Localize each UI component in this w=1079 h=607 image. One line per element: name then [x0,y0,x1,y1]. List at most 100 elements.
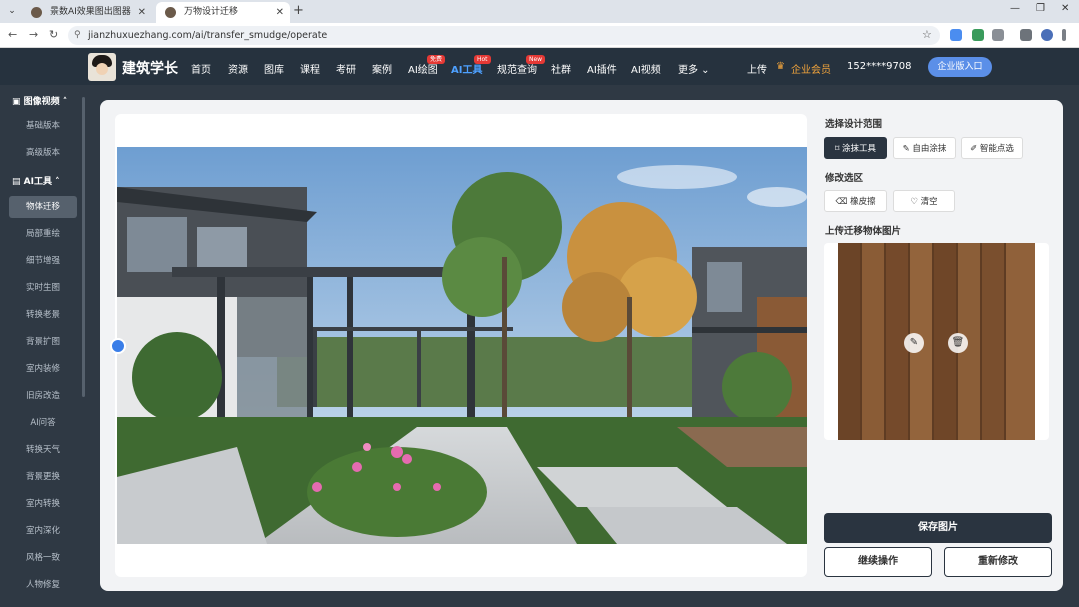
extension-icon[interactable] [950,29,962,41]
nav-courses[interactable]: 课程 [300,61,320,76]
minimize-icon[interactable]: — [1010,3,1020,14]
scene-illustration [117,147,807,544]
nav-cases[interactable]: 案例 [372,61,392,76]
nav-badge-new: New [526,55,546,64]
site-info-icon[interactable]: ⚲ [74,26,81,45]
window-close-icon[interactable]: ✕ [1061,3,1069,14]
clear-label: 清空 [920,197,938,207]
delete-trash-icon[interactable]: 🗑 [948,333,968,353]
sidebar-group-label: AI工具 [23,177,52,187]
sidebar-item-interior-convert[interactable]: 室内转换 [9,493,77,515]
redo-edit-label: 重新修改 [978,556,1018,567]
nav-gallery[interactable]: 图库 [264,61,284,76]
url-input[interactable]: ⚲ jianzhuxuezhang.com/ai/transfer_smudge… [68,26,940,45]
nav-ai-video[interactable]: AI视频 [631,61,661,76]
sidebar-item-style-consistency[interactable]: 风格一致 [9,547,77,569]
site-logo-text[interactable]: 建筑学长 [122,58,178,78]
sidebar-item-detail[interactable]: 细节增强 [9,250,77,272]
nav-more[interactable]: 更多 ⌄ [678,61,710,76]
sidebar-item-inpaint[interactable]: 局部重绘 [9,223,77,245]
nav-home[interactable]: 首页 [191,61,211,76]
sidebar-item-renovation[interactable]: 旧房改造 [9,385,77,407]
reload-icon[interactable]: ↻ [49,28,58,41]
eraser-label: 橡皮擦 [850,197,876,207]
close-icon[interactable]: ✕ [276,2,284,23]
free-smudge-label: 自由涂抹 [912,144,947,154]
nav-community[interactable]: 社群 [551,61,571,76]
continue-operation-button[interactable]: 继续操作 [824,547,932,577]
back-icon[interactable]: ← [8,28,17,41]
browser-tab-2[interactable]: 万物设计迁移 ✕ [156,2,290,23]
edit-image-icon[interactable]: ✎ [904,333,924,353]
sidebar-group-image-video[interactable]: ▣ 图像视频 ˄ [12,94,67,107]
chevron-up-icon: ˄ [51,177,60,187]
save-image-label: 保存图片 [918,522,958,533]
sidebar-item-ai-qa[interactable]: AI问答 [9,412,77,434]
nav-ai-plugin[interactable]: AI插件 [587,61,617,76]
upload-link[interactable]: 上传 [747,61,767,76]
sidebar-item-advanced[interactable]: 高级版本 [9,142,77,164]
sidebar-group-ai-tools[interactable]: ▤ AI工具 ˄ [12,174,60,187]
select-range-title: 选择设计范围 [825,119,883,130]
sidebar-item-interior-deepen[interactable]: 室内深化 [9,520,77,542]
sidebar-item-realtime[interactable]: 实时生图 [9,277,77,299]
tab-search-icon[interactable]: ⌄ [4,4,20,19]
uploaded-object-image[interactable]: ✎ 🗑 [824,243,1049,440]
redo-edit-button[interactable]: 重新修改 [944,547,1052,577]
extension-icon[interactable] [972,29,984,41]
save-image-button[interactable]: 保存图片 [824,513,1052,543]
smudge-tool-button[interactable]: ⌑ 涂抹工具 [824,137,887,159]
enterprise-entry-button[interactable]: 企业版入口 [928,57,992,77]
free-smudge-button[interactable]: ✎ 自由涂抹 [893,137,956,159]
sidebar-item-interior[interactable]: 室内装修 [9,358,77,380]
close-icon[interactable]: ✕ [138,2,146,23]
download-icon[interactable] [1020,29,1032,41]
site-header: 建筑学长 首页 资源 图库 课程 考研 案例 AI绘图 免费 AI工具 Hot … [0,48,1079,85]
bookmark-star-icon[interactable]: ☆ [922,28,932,41]
browser-tabbar: ⌄ 景数AI效果图出图器 ✕ 万物设计迁移 ✕ + — ❐ ✕ [0,0,1079,23]
browser-tab-1[interactable]: 景数AI效果图出图器 ✕ [22,2,152,23]
pointer-icon: ✐ [970,144,980,154]
site-logo-avatar[interactable] [88,53,116,81]
extensions-puzzle-icon[interactable] [992,29,1004,41]
sidebar-item-portrait-repair[interactable]: 人物修复 [9,574,77,596]
sidebar-scrollbar[interactable] [82,97,85,397]
eraser-button[interactable]: ⌫ 橡皮擦 [824,190,887,212]
sidebar: ▣ 图像视频 ˄ 基础版本 高级版本 ▤ AI工具 ˄ 物体迁移 局部重绘 细节… [0,85,85,607]
logo-face [96,63,108,75]
browser-menu-icon[interactable] [1062,29,1066,41]
continue-operation-label: 继续操作 [858,556,898,567]
smart-select-button[interactable]: ✐ 智能点选 [961,137,1023,159]
profile-avatar-icon[interactable] [1041,29,1053,41]
user-phone[interactable]: 152****9708 [847,61,912,72]
sidebar-item-old-scene[interactable]: 转换老景 [9,304,77,326]
new-tab-icon[interactable]: + [293,3,304,18]
smudge-tool-label: 涂抹工具 [842,144,877,154]
maximize-icon[interactable]: ❐ [1036,3,1045,14]
enterprise-vip-link[interactable]: 企业会员 [791,61,831,76]
sidebar-item-basic[interactable]: 基础版本 [9,115,77,137]
sidebar-item-weather[interactable]: 转换天气 [9,439,77,461]
clear-icon: ♡ [910,197,921,207]
forward-icon[interactable]: → [29,28,38,41]
browser-tab-1-label: 景数AI效果图出图器 [50,7,131,17]
nav-badge-hot: Hot [474,55,491,64]
sidebar-item-object-transfer[interactable]: 物体迁移 [9,196,77,218]
pen-icon: ✎ [902,144,913,154]
vip-crown-icon: ♛ [776,61,785,72]
clear-button[interactable]: ♡ 清空 [893,190,955,212]
brush-icon: ⌑ [834,144,843,154]
tab-favicon-icon [165,7,176,18]
eraser-icon: ⌫ [835,197,851,207]
architecture-scene-image[interactable] [117,147,807,544]
nav-postgrad[interactable]: 考研 [336,61,356,76]
address-bar: ← → ↻ ⚲ jianzhuxuezhang.com/ai/transfer_… [0,23,1079,48]
sidebar-item-outpaint[interactable]: 背景扩图 [9,331,77,353]
compare-slider-handle[interactable] [110,338,126,354]
smart-select-label: 智能点选 [979,144,1014,154]
sidebar-item-background[interactable]: 背景更换 [9,466,77,488]
wood-texture-image [838,243,1035,440]
browser-tab-2-label: 万物设计迁移 [184,7,239,17]
url-text: jianzhuxuezhang.com/ai/transfer_smudge/o… [88,30,328,41]
nav-resources[interactable]: 资源 [228,61,248,76]
